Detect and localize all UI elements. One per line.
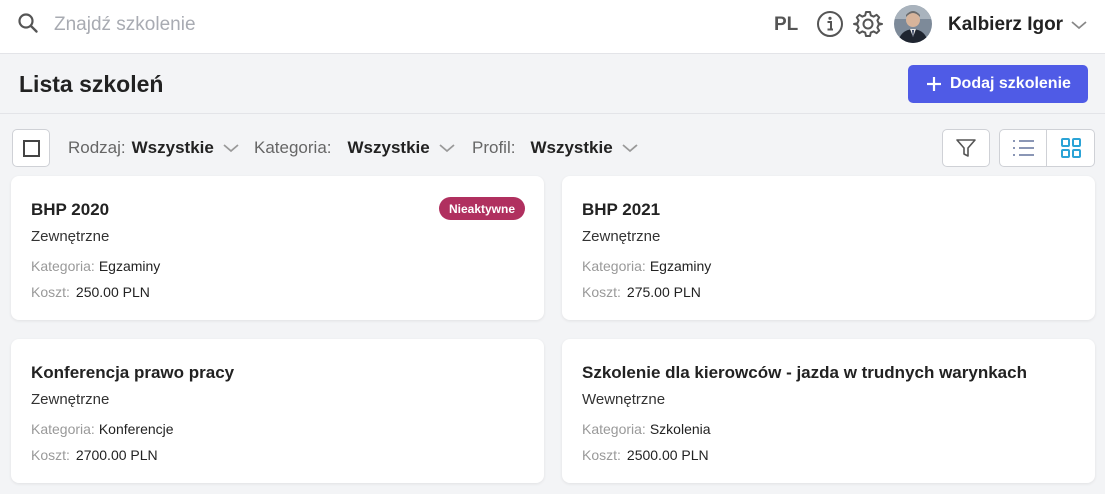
cost-value: 250.00 PLN	[75, 284, 150, 300]
list-view-button[interactable]	[1000, 130, 1048, 166]
training-card[interactable]: BHP 2020 Nieaktywne Zewnętrzne Kategoria…	[11, 176, 544, 320]
language-switcher[interactable]: PL	[774, 14, 798, 36]
training-category-row: Kategoria: Egzaminy	[582, 258, 711, 274]
cost-label: Koszt:	[582, 447, 621, 463]
status-badge: Nieaktywne	[438, 197, 525, 220]
filter-profile-label: Profil:	[472, 138, 516, 157]
title-bar: Lista szkoleń Dodaj szkolenie	[0, 54, 1105, 114]
select-all-checkbox[interactable]	[12, 129, 50, 167]
top-bar: PL Kalbierz Igor	[0, 0, 1105, 54]
filter-funnel-icon	[956, 139, 976, 157]
grid-view-button[interactable]	[1047, 130, 1094, 166]
training-card[interactable]: Konferencja prawo pracy Zewnętrzne Kateg…	[11, 339, 544, 483]
cost-label: Koszt:	[31, 447, 70, 463]
training-type: Zewnętrzne	[31, 228, 110, 245]
add-training-button-label: Dodaj szkolenie	[950, 75, 1071, 92]
cost-label: Koszt:	[582, 284, 621, 300]
advanced-filter-button[interactable]	[942, 129, 990, 167]
filter-type[interactable]: Rodzaj: Wszystkie	[68, 138, 239, 158]
avatar[interactable]	[894, 5, 932, 43]
search-input[interactable]	[54, 12, 454, 38]
filter-bar: Rodzaj: Wszystkie Kategoria: Wszystkie P…	[0, 114, 1105, 176]
category-value: Konferencje	[98, 421, 174, 437]
training-category-row: Kategoria: Szkolenia	[582, 421, 711, 437]
filter-category-value: Wszystkie	[347, 138, 430, 157]
training-cost-row: Koszt: 275.00 PLN	[582, 284, 701, 300]
training-type: Wewnętrzne	[582, 391, 666, 408]
checkbox-icon	[23, 140, 40, 157]
filter-profile-value: Wszystkie	[530, 138, 613, 157]
training-cost-row: Koszt: 250.00 PLN	[31, 284, 150, 300]
filter-type-label: Rodzaj:	[68, 138, 126, 157]
category-value: Szkolenia	[649, 421, 711, 437]
add-training-button[interactable]: Dodaj szkolenie	[908, 65, 1088, 103]
list-view-icon	[1013, 140, 1034, 156]
filter-profile[interactable]: Profil: Wszystkie	[472, 138, 638, 158]
training-category-row: Kategoria: Egzaminy	[31, 258, 160, 274]
training-title: BHP 2021	[582, 200, 661, 219]
category-value: Egzaminy	[649, 258, 712, 274]
page-title: Lista szkoleń	[19, 71, 164, 97]
training-category-row: Kategoria: Konferencje	[31, 421, 174, 437]
category-label: Kategoria:	[582, 421, 646, 437]
category-label: Kategoria:	[31, 258, 95, 274]
cost-value: 2700.00 PLN	[75, 447, 158, 463]
training-cost-row: Koszt: 2500.00 PLN	[582, 447, 709, 463]
training-type: Zewnętrzne	[582, 228, 661, 245]
filter-category-label: Kategoria:	[254, 138, 332, 157]
user-photo-icon	[894, 5, 932, 43]
cost-value: 2500.00 PLN	[626, 447, 709, 463]
training-title: Szkolenie dla kierowców - jazda w trudny…	[582, 363, 1027, 382]
chevron-down-icon[interactable]	[1070, 19, 1088, 31]
category-value: Egzaminy	[98, 258, 161, 274]
category-label: Kategoria:	[31, 421, 95, 437]
training-cost-row: Koszt: 2700.00 PLN	[31, 447, 158, 463]
training-card[interactable]: Szkolenie dla kierowców - jazda w trudny…	[562, 339, 1095, 483]
user-name[interactable]: Kalbierz Igor	[948, 14, 1063, 36]
grid-view-icon	[1060, 138, 1081, 158]
cost-label: Koszt:	[31, 284, 70, 300]
search-icon	[18, 13, 38, 33]
view-toggle	[999, 129, 1095, 167]
training-title: BHP 2020	[31, 200, 110, 219]
chevron-down-icon	[439, 144, 455, 153]
plus-icon	[927, 77, 941, 91]
training-title: Konferencja prawo pracy	[31, 363, 235, 382]
cost-value: 275.00 PLN	[626, 284, 701, 300]
training-card[interactable]: BHP 2021 Zewnętrzne Kategoria: Egzaminy K…	[562, 176, 1095, 320]
filter-category[interactable]: Kategoria: Wszystkie	[254, 138, 455, 158]
filter-type-value: Wszystkie	[131, 138, 214, 157]
info-icon[interactable]	[816, 10, 844, 38]
gear-icon[interactable]	[853, 9, 883, 39]
chevron-down-icon	[223, 144, 239, 153]
training-type: Zewnętrzne	[31, 391, 110, 408]
category-label: Kategoria:	[582, 258, 646, 274]
chevron-down-icon	[622, 144, 638, 153]
